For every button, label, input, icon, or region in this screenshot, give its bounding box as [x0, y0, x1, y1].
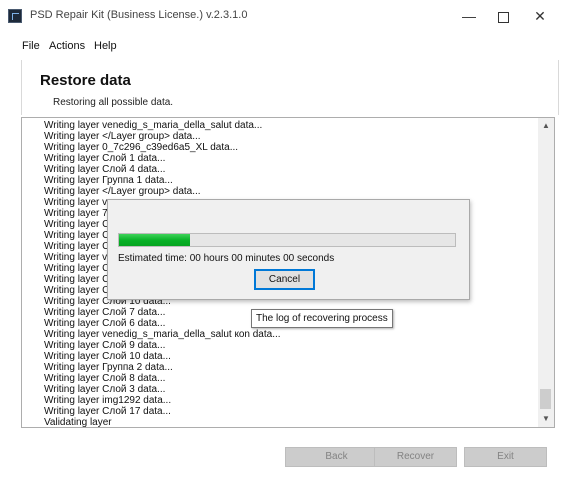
- menu-bar: File Actions Help: [0, 37, 563, 57]
- log-line: Writing layer Слой 3 data...: [44, 384, 166, 395]
- app-logo-icon: [8, 9, 22, 23]
- log-line: Validating layer: [44, 417, 112, 428]
- progress-dialog: Estimated time: 00 hours 00 minutes 00 s…: [107, 199, 470, 300]
- progress-fill: [119, 234, 190, 246]
- page-title: Restore data: [40, 72, 131, 89]
- close-button[interactable]: ✕: [517, 0, 563, 32]
- log-line: Writing layer </Layer group> data...: [44, 131, 201, 142]
- log-line: Writing layer Слой 4 data...: [44, 164, 166, 175]
- log-line: Writing layer Группа 1 data...: [44, 175, 173, 186]
- log-line: Writing layer venedig_s_maria_della_salu…: [44, 120, 263, 131]
- back-button[interactable]: Back: [285, 447, 388, 467]
- title-bar: PSD Repair Kit (Business License.) v.2.3…: [0, 0, 563, 32]
- page-subtitle: Restoring all possible data.: [53, 97, 174, 108]
- log-line: Writing layer Слой 8 data...: [44, 373, 166, 384]
- cancel-button[interactable]: Cancel: [254, 269, 315, 290]
- progress-bar: [118, 233, 456, 247]
- maximize-icon: [497, 11, 509, 23]
- log-line: Writing layer Слой 10 data...: [44, 351, 171, 362]
- log-line: Writing layer venedig_s_maria_della_salu…: [44, 329, 281, 340]
- estimated-time-text: Estimated time: 00 hours 00 minutes 00 s…: [118, 253, 335, 264]
- scroll-down-icon[interactable]: ▼: [538, 411, 554, 427]
- recover-button[interactable]: Recover: [374, 447, 457, 467]
- window-title: PSD Repair Kit (Business License.) v.2.3…: [30, 9, 248, 21]
- log-tooltip: The log of recovering process: [251, 309, 393, 328]
- menu-actions[interactable]: Actions: [49, 40, 85, 52]
- log-line: Writing layer </Layer group> data...: [44, 186, 201, 197]
- menu-file[interactable]: File: [22, 40, 40, 52]
- page-header: Restore data Restoring all possible data…: [21, 60, 559, 115]
- scroll-up-icon[interactable]: ▲: [538, 118, 554, 134]
- exit-button[interactable]: Exit: [464, 447, 547, 467]
- log-line: Writing layer Слой 9 data...: [44, 340, 166, 351]
- log-scrollbar[interactable]: ▲ ▼: [538, 118, 554, 427]
- menu-help[interactable]: Help: [94, 40, 117, 52]
- log-line: Writing layer 0_7c296_c39ed6a5_XL data..…: [44, 142, 239, 153]
- log-line: Writing layer Слой 17 data...: [44, 406, 171, 417]
- log-line: Writing layer Слой 1 data...: [44, 153, 166, 164]
- log-line: Writing layer img1292 data...: [44, 395, 172, 406]
- log-line: Writing layer Группа 2 data...: [44, 362, 173, 373]
- scroll-thumb[interactable]: [540, 389, 551, 409]
